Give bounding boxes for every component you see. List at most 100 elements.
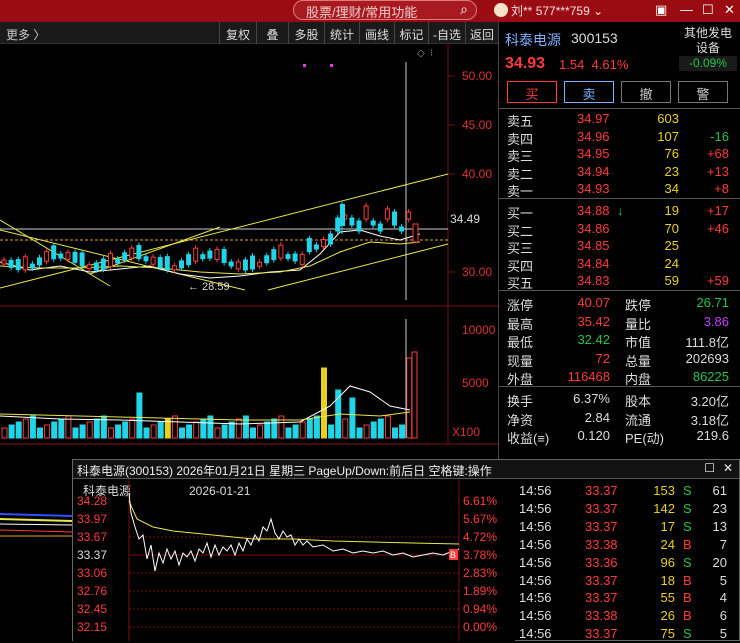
volume-bar xyxy=(242,415,249,439)
candle-body xyxy=(214,248,220,260)
tick-time: 14:56 xyxy=(519,500,552,516)
bid-price: 34.83 xyxy=(577,273,610,289)
close-icon[interactable]: ✕ xyxy=(724,2,735,18)
ask-level-5[interactable]: 卖五 34.97 603 xyxy=(499,110,740,129)
sector-name-line1: 其他发电 xyxy=(683,26,732,40)
ask-price: 34.95 xyxy=(577,146,610,162)
tick-price: 33.37 xyxy=(585,572,618,588)
search-icon[interactable]: ⌕ xyxy=(460,1,468,18)
volume-bar xyxy=(86,421,93,439)
sector-change: -0.09% xyxy=(679,56,737,71)
intraday-price-tick: 32.45 xyxy=(77,602,107,616)
toolbar-button-multi-stock[interactable]: 多股 xyxy=(288,22,324,44)
toolbar-button-draw[interactable]: 画线 xyxy=(359,22,394,44)
toolbar-button-stats[interactable]: 统计 xyxy=(324,22,359,44)
stat-key: PE(动) xyxy=(625,431,665,447)
candle-body xyxy=(285,254,291,260)
stock-name[interactable]: 科泰电源 xyxy=(505,30,561,50)
candle-body xyxy=(335,217,341,232)
toolbar-button-remove-watchlist[interactable]: -自选 xyxy=(428,22,465,44)
stat-value: 219.6 xyxy=(696,428,729,444)
stat-value: 32.42 xyxy=(577,332,610,348)
buy-button[interactable]: 买 xyxy=(507,81,557,103)
toolbar-button-overlay[interactable]: 叠加 xyxy=(256,22,288,59)
avatar[interactable] xyxy=(494,3,508,17)
candlestick-chart[interactable]: 50.00 45.00 40.00 30.00 34.49 ← 28.59 ◇ … xyxy=(0,44,498,464)
volume-tick-5000: 5000 xyxy=(462,376,489,390)
stat-value: 35.42 xyxy=(577,313,610,329)
tick-count: 5 xyxy=(719,626,727,642)
dots-icon: ⁝ xyxy=(430,48,433,59)
tick-price: 33.36 xyxy=(585,554,618,570)
search-input[interactable]: 股票/理财/常用功能 ⌕ xyxy=(293,0,477,20)
tick-price: 33.37 xyxy=(585,626,618,642)
candle-body xyxy=(143,256,149,262)
stat-value: 3.20亿 xyxy=(690,394,729,409)
bid-level-4[interactable]: 买四 34.84 24 xyxy=(499,255,740,274)
bid-delta: +46 xyxy=(706,220,729,236)
tick-volume: 24 xyxy=(660,536,675,552)
volume-bar xyxy=(377,418,384,439)
candle-body xyxy=(65,251,71,260)
candle-body xyxy=(349,217,355,226)
sector-box[interactable]: 其他发电 设备 -0.09% xyxy=(679,26,737,71)
toolbar-button-mark[interactable]: 标记 xyxy=(394,22,428,44)
ask-level-4[interactable]: 卖四 34.96 107 -16 xyxy=(499,128,740,147)
ask-volume: 34 xyxy=(664,181,679,197)
bid-delta: +17 xyxy=(706,203,729,218)
stat-key: 净资 xyxy=(507,412,534,428)
candle-body xyxy=(157,257,163,269)
ask-level-2[interactable]: 卖二 34.94 23 +13 xyxy=(499,163,740,182)
volume-bar xyxy=(264,421,271,439)
ask-level-1[interactable]: 卖一 34.93 34 +8 xyxy=(499,180,740,199)
bid-level-1[interactable]: 买一 34.88 ↓ 19 +17 xyxy=(499,202,740,221)
ask-level-3[interactable]: 卖三 34.95 76 +68 xyxy=(499,145,740,164)
stat-value: 86225 xyxy=(692,369,729,385)
intraday-price-tick: 33.67 xyxy=(77,530,107,544)
tick-count: 4 xyxy=(719,590,727,606)
intraday-pct-tick: 0.00% xyxy=(463,620,497,634)
stock-code: 300153 xyxy=(571,30,618,46)
tick-time: 14:56 xyxy=(519,483,552,498)
bid-level-3[interactable]: 买三 34.85 25 xyxy=(499,237,740,256)
more-menu[interactable]: 更多 〉 xyxy=(6,26,45,43)
sell-button[interactable]: 卖 xyxy=(564,81,614,103)
bid-level-2[interactable]: 买二 34.86 70 +46 xyxy=(499,220,740,239)
bid-level-5[interactable]: 买五 34.83 59 +59 xyxy=(499,272,740,291)
toolbar-button-back[interactable]: 返回 xyxy=(465,22,498,44)
candle-body xyxy=(58,253,64,259)
candle-body xyxy=(363,205,369,220)
intraday-chart[interactable]: 科泰电源 2026-01-21 34.2833.9733.6733.3733.0… xyxy=(73,479,515,641)
alert-button[interactable]: 警 xyxy=(678,81,728,103)
tick-volume: 96 xyxy=(660,554,675,570)
minimize-icon[interactable]: — xyxy=(680,2,693,17)
chevron-down-icon[interactable]: ⌄ xyxy=(593,4,603,18)
candle-body xyxy=(86,264,92,270)
cancel-order-button[interactable]: 撤 xyxy=(621,81,671,103)
volume-bar xyxy=(228,421,235,439)
close-icon[interactable]: ✕ xyxy=(723,461,733,475)
volume-bar xyxy=(8,424,15,439)
candle-body xyxy=(370,220,376,226)
candle-body xyxy=(100,258,106,270)
tick-side: S xyxy=(683,626,692,642)
intraday-popup[interactable]: 科泰电源(300153) 2026年01月21日 星期三 PageUp/Down… xyxy=(72,459,740,641)
candle-body xyxy=(108,252,113,267)
maximize-icon[interactable]: ☐ xyxy=(704,461,715,475)
toolbar-button-restore-rights[interactable]: 复权 xyxy=(219,22,256,44)
tick-row: 14:56 33.37 18 B 5 xyxy=(515,572,739,590)
volume-bar xyxy=(157,421,164,439)
event-marker xyxy=(303,64,306,67)
volume-bar xyxy=(384,415,391,439)
maximize-icon[interactable]: ☐ xyxy=(702,2,714,18)
volume-bar xyxy=(257,424,264,439)
candle-body xyxy=(392,211,397,226)
stat-row: 涨停 40.07 跌停 26.71 xyxy=(499,294,740,313)
popup-title-bar[interactable]: 科泰电源(300153) 2026年01月21日 星期三 PageUp/Down… xyxy=(73,460,739,479)
user-info[interactable]: 刘** 577***759 ⌄ xyxy=(494,2,603,19)
price-tick-40: 40.00 xyxy=(462,167,492,181)
candle-body xyxy=(242,259,248,271)
tick-row: 14:56 33.37 17 S 13 xyxy=(515,518,739,536)
tick-volume: 26 xyxy=(660,608,675,624)
square-icon[interactable]: ▣ xyxy=(655,2,667,18)
